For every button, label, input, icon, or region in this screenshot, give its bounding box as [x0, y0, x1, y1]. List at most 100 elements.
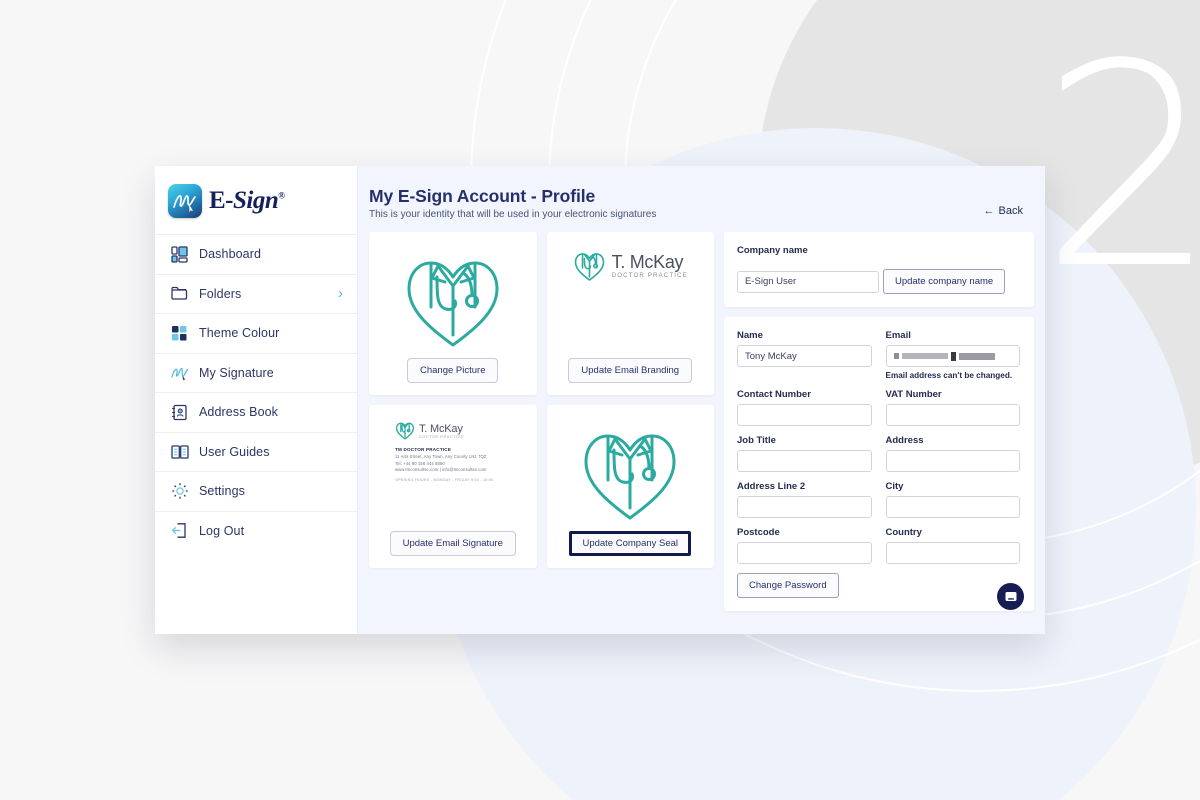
signature-name: T. McKay: [419, 422, 463, 435]
sidebar-item-label: Theme Colour: [199, 326, 280, 341]
field-city: City: [885, 481, 1020, 518]
chat-bubble-icon: [1005, 591, 1016, 601]
page-root: 2 E-Sign® Dashboard Folders › Theme Colo…: [0, 0, 1200, 800]
sidebar-item-label: Dashboard: [199, 247, 262, 262]
email-signature-preview: T. McKay DOCTOR PRACTICE TM DOCTOR PRACT…: [377, 417, 529, 531]
field-label: Address Line 2: [737, 481, 806, 492]
redaction-block: [958, 352, 995, 360]
company-name-label: Company name: [737, 245, 808, 256]
signature-phone: Tel: +44 90 158 444 8890: [395, 460, 445, 466]
company-seal-card: Update Company Seal: [546, 405, 714, 568]
name-input[interactable]: [737, 345, 872, 367]
forms-column: Company name Update company name Name Em…: [724, 232, 1034, 611]
lockup-tagline: DOCTOR PRACTICE: [611, 271, 688, 279]
brand-e: E-: [209, 187, 234, 214]
field-label: VAT Number: [885, 389, 942, 400]
field-label: Address: [885, 435, 924, 446]
sidebar-item-label: Log Out: [199, 523, 245, 538]
page-title: My E-Sign Account - Profile: [369, 186, 596, 206]
book-icon: [170, 442, 189, 461]
signature-hours: OPENING HOURS - MONDAY - FRIDAY 9:00 - 1…: [395, 478, 494, 482]
content-header: My E-Sign Account - Profile This is your…: [358, 166, 1045, 220]
email-input[interactable]: [885, 345, 1020, 367]
field-postcode: Postcode: [737, 527, 872, 564]
logout-icon: [170, 521, 189, 540]
brand-wordmark: E-Sign®: [209, 187, 285, 215]
sidebar-item-settings[interactable]: Settings: [155, 471, 357, 511]
job-title-input[interactable]: [737, 450, 872, 472]
redaction-block: [950, 351, 956, 361]
redaction-block: [901, 353, 948, 359]
signature-icon: [170, 363, 189, 382]
folder-icon: [170, 284, 189, 303]
sidebar-item-folders[interactable]: Folders ›: [155, 273, 357, 314]
sidebar-item-my-signature[interactable]: My Signature: [155, 352, 357, 393]
doctor-heart-mark-icon: [574, 253, 604, 281]
sidebar-item-log-out[interactable]: Log Out: [155, 510, 357, 551]
field-label: City: [885, 481, 904, 492]
doctor-heart-mark-icon: [395, 422, 415, 440]
doctor-heart-logo: [555, 417, 707, 531]
sidebar-item-address-book[interactable]: Address Book: [155, 392, 357, 432]
address-line-2-input[interactable]: [737, 496, 872, 518]
city-input[interactable]: [885, 496, 1020, 518]
brand-logo[interactable]: E-Sign®: [155, 166, 357, 234]
sidebar-item-user-guides[interactable]: User Guides: [155, 431, 357, 472]
email-hint: Email address can't be changed.: [885, 371, 1013, 380]
email-branding-card: T. McKay DOCTOR PRACTICE Update Email Br…: [546, 232, 714, 395]
sidebar-item-theme-colour[interactable]: Theme Colour: [155, 313, 357, 353]
sidebar-item-dashboard[interactable]: Dashboard: [155, 234, 357, 274]
company-name-card: Company name Update company name: [724, 232, 1034, 307]
update-email-signature-button[interactable]: Update Email Signature: [389, 531, 516, 556]
vat-number-input[interactable]: [885, 404, 1020, 426]
page-subtitle: This is your identity that will be used …: [369, 209, 657, 220]
address-input[interactable]: [885, 450, 1020, 472]
field-address-line-2: Address Line 2: [737, 481, 872, 518]
asset-cards-column: Change Picture T. McKay DOCTOR PRACTICE …: [369, 232, 714, 611]
signature-separator: |: [439, 467, 441, 472]
app-window: E-Sign® Dashboard Folders › Theme Colour…: [155, 166, 1045, 634]
sidebar-item-label: User Guides: [199, 444, 270, 459]
profile-picture-card: Change Picture: [369, 232, 537, 395]
gear-icon: [170, 482, 189, 501]
sidebar-item-label: Settings: [199, 484, 245, 499]
signature-email: info@tmconsultse.com: [442, 467, 487, 472]
update-company-name-button[interactable]: Update company name: [882, 269, 1006, 294]
redaction-block: [893, 353, 899, 359]
asset-card-grid: Change Picture T. McKay DOCTOR PRACTICE …: [369, 232, 714, 568]
field-label: Job Title: [737, 435, 776, 446]
field-email: Email Email address can't be changed.: [885, 330, 1020, 380]
brand-sign: Sign: [233, 187, 279, 214]
email-signature-card: T. McKay DOCTOR PRACTICE TM DOCTOR PRACT…: [369, 405, 537, 568]
back-button[interactable]: ← Back: [984, 205, 1023, 217]
sidebar: E-Sign® Dashboard Folders › Theme Colour…: [155, 166, 358, 634]
signature-contact-row: www.tmconsultse.com | info@tmconsultse.c…: [395, 467, 529, 472]
field-label: Name: [737, 330, 763, 341]
signature-mark-icon: [168, 184, 202, 218]
field-country: Country: [885, 527, 1020, 564]
country-input[interactable]: [885, 542, 1020, 564]
chevron-right-icon[interactable]: ›: [338, 286, 343, 301]
change-picture-button[interactable]: Change Picture: [407, 358, 499, 383]
change-password-button[interactable]: Change Password: [737, 573, 839, 598]
update-email-branding-button[interactable]: Update Email Branding: [568, 358, 693, 383]
profile-fields-grid: Name Email: [737, 330, 1020, 573]
address-book-icon: [170, 403, 189, 422]
brand-lockup: T. McKay DOCTOR PRACTICE: [555, 244, 707, 358]
signature-address: 11 Arts Street, Any Town, Any County LN1…: [395, 454, 487, 459]
field-label: Postcode: [737, 527, 780, 538]
field-contact-number: Contact Number: [737, 389, 872, 426]
sidebar-nav: Dashboard Folders › Theme Colour My Sign…: [155, 234, 357, 550]
field-address: Address: [885, 435, 1020, 472]
field-job-title: Job Title: [737, 435, 872, 472]
company-name-input[interactable]: [737, 270, 879, 293]
theme-colour-icon: [170, 324, 189, 343]
field-label: Country: [885, 527, 922, 538]
postcode-input[interactable]: [737, 542, 872, 564]
chat-widget-button[interactable]: [997, 583, 1024, 610]
profile-details-card: Name Email: [724, 317, 1034, 611]
update-company-seal-button[interactable]: Update Company Seal: [569, 531, 692, 556]
contact-number-input[interactable]: [737, 404, 872, 426]
sidebar-item-label: My Signature: [199, 365, 274, 380]
field-label: Contact Number: [737, 389, 811, 400]
